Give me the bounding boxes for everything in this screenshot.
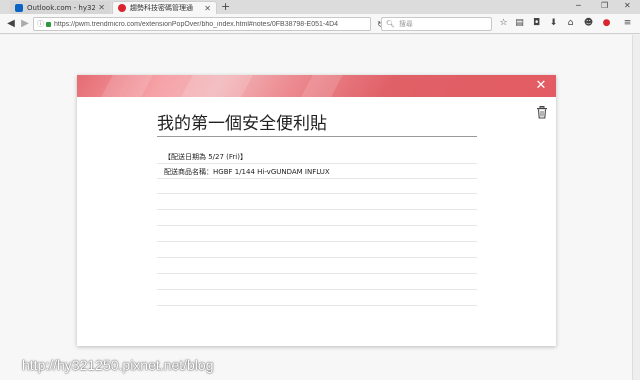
download-icon[interactable]: ⬇	[548, 18, 559, 29]
header-decoration	[181, 75, 253, 97]
minimize-button[interactable]: ─	[576, 1, 581, 10]
trendmicro-extension-icon[interactable]: ●	[601, 18, 612, 29]
close-icon[interactable]: ✕	[204, 4, 211, 13]
outlook-icon	[15, 3, 23, 12]
note-line[interactable]	[157, 197, 477, 210]
new-tab-button[interactable]: +	[221, 1, 230, 13]
clipboard-icon[interactable]: ▤	[514, 18, 525, 29]
url-text[interactable]: https://pwm.trendmicro.com/extensionPopO…	[54, 21, 370, 28]
search-input[interactable]: 🔍︎ 搜尋	[381, 17, 492, 31]
note-line[interactable]: 【配送日期為 5/27 (Fri)】	[157, 151, 477, 164]
close-icon[interactable]: ✕	[98, 3, 105, 12]
hello-icon[interactable]: ☻	[583, 18, 594, 29]
address-bar[interactable]: ⓘ https://pwm.trendmicro.com/extensionPo…	[33, 17, 384, 31]
note-line[interactable]	[157, 229, 477, 242]
search-placeholder: 搜尋	[398, 20, 413, 28]
note-dialog: ✕ 我的第一個安全便利貼 【配送日期為 5/27 (Fri)】 配送商品名稱：H…	[77, 75, 556, 346]
tab-password-manager[interactable]: 趨勢科技密碼管理通 ✕	[112, 1, 217, 14]
lock-icon	[46, 21, 51, 27]
note-line[interactable]	[157, 181, 477, 194]
scrollbar[interactable]	[632, 35, 640, 380]
bookmark-star-icon[interactable]: ☆	[498, 18, 509, 29]
search-icon: 🔍︎	[386, 20, 395, 28]
menu-icon[interactable]: ≡	[622, 18, 633, 29]
pocket-icon[interactable]: ◘	[531, 18, 542, 29]
trash-icon[interactable]	[536, 106, 548, 119]
dialog-header: ✕	[77, 75, 556, 97]
restore-button[interactable]: ❐	[601, 1, 608, 10]
note-line[interactable]	[157, 261, 477, 274]
tab-title: Outlook.com - hy32125…	[27, 3, 96, 12]
forward-button[interactable]: ▶	[18, 17, 32, 31]
watermark: http://hy321250.pixnet.net/blog	[22, 357, 214, 373]
close-window-button[interactable]: ✕	[624, 1, 631, 10]
close-dialog-button[interactable]: ✕	[534, 79, 548, 93]
note-line[interactable]	[157, 213, 477, 226]
note-line[interactable]	[157, 293, 477, 306]
navigation-toolbar: ◀ ▶ ⓘ https://pwm.trendmicro.com/extensi…	[0, 14, 640, 34]
tab-strip: Outlook.com - hy32125… ✕ 趨勢科技密碼管理通 ✕ + ─…	[0, 0, 640, 14]
tab-title: 趨勢科技密碼管理通	[130, 4, 193, 12]
note-title-input[interactable]: 我的第一個安全便利貼	[157, 113, 477, 137]
tab-outlook[interactable]: Outlook.com - hy32125… ✕	[10, 1, 110, 14]
home-icon[interactable]: ⌂	[565, 18, 576, 29]
note-line[interactable]	[157, 245, 477, 258]
back-button[interactable]: ◀	[4, 17, 18, 31]
header-decoration	[101, 75, 153, 97]
note-line[interactable]	[157, 277, 477, 290]
info-icon[interactable]: ⓘ	[37, 19, 44, 29]
header-decoration	[301, 75, 343, 97]
trendmicro-icon	[118, 4, 126, 12]
note-line[interactable]: 配送商品名稱：HGBF 1/144 Hi-vGUNDAM INFLUX	[157, 166, 477, 179]
